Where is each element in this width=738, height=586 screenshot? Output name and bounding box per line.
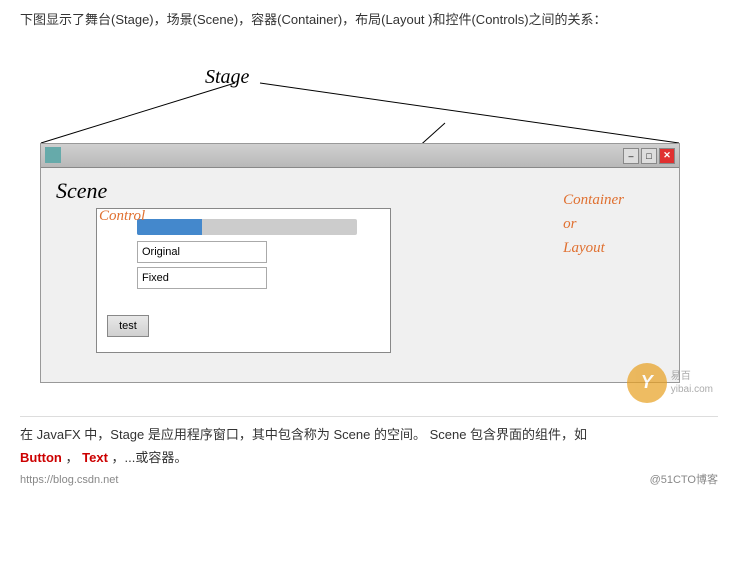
top-description: 下图显示了舞台(Stage)，场景(Scene)，容器(Container)，布…	[20, 10, 718, 30]
bottom-url: https://blog.csdn.net @51CTO博客	[20, 471, 718, 491]
test-button[interactable]: test	[107, 315, 149, 337]
watermark-text-line1: 易百	[671, 370, 713, 383]
titlebar-icon	[45, 147, 61, 163]
watermark: Y 易百 yibai.com	[627, 363, 713, 403]
bottom-section: 在 JavaFX 中，Stage 是应用程序窗口，其中包含称为 Scene 的空…	[20, 416, 718, 492]
watermark-text: 易百 yibai.com	[671, 370, 713, 396]
watermark-logo: Y	[627, 363, 667, 403]
comma1: ，	[66, 450, 79, 465]
container-label-line1: Container	[563, 192, 624, 208]
window-content: Scene Original Fixed	[41, 168, 679, 382]
window-titlebar: – □ ✕	[41, 144, 679, 168]
window-frame: – □ ✕ Scene Original	[40, 143, 680, 383]
text-field-fixed[interactable]: Fixed	[137, 267, 267, 289]
maximize-button[interactable]: □	[641, 148, 657, 164]
watermark-text-line2: yibai.com	[671, 383, 713, 396]
container-box: Original Fixed test	[96, 208, 391, 353]
container-layout-label: Container or Layout	[563, 188, 624, 260]
minimize-button[interactable]: –	[623, 148, 639, 164]
progress-bar-fill	[137, 219, 202, 235]
close-button[interactable]: ✕	[659, 148, 675, 164]
url-left: https://blog.csdn.net	[20, 471, 118, 491]
diagram-area: Stage – □ ✕ Scene	[20, 38, 718, 408]
page-container: 下图显示了舞台(Stage)，场景(Scene)，容器(Container)，布…	[0, 0, 738, 586]
remaining: ，...或容器。	[112, 450, 188, 465]
text-field-original[interactable]: Original	[137, 241, 267, 263]
keyword-text: Text	[82, 450, 108, 465]
titlebar-buttons: – □ ✕	[623, 148, 675, 164]
url-right: @51CTO博客	[650, 471, 718, 491]
stage-label: Stage	[205, 66, 249, 89]
bottom-text-line2: Button ， Text ，...或容器。	[20, 446, 718, 469]
bottom-text-line1: 在 JavaFX 中，Stage 是应用程序窗口，其中包含称为 Scene 的空…	[20, 423, 718, 446]
control-label: Control	[99, 208, 145, 225]
container-label-line3: Layout	[563, 240, 605, 256]
container-label-line2: or	[563, 216, 576, 232]
watermark-logo-letter: Y	[641, 372, 653, 393]
progress-bar	[137, 219, 357, 235]
keyword-button: Button	[20, 450, 62, 465]
text-fields-row: Original Fixed	[137, 241, 380, 289]
